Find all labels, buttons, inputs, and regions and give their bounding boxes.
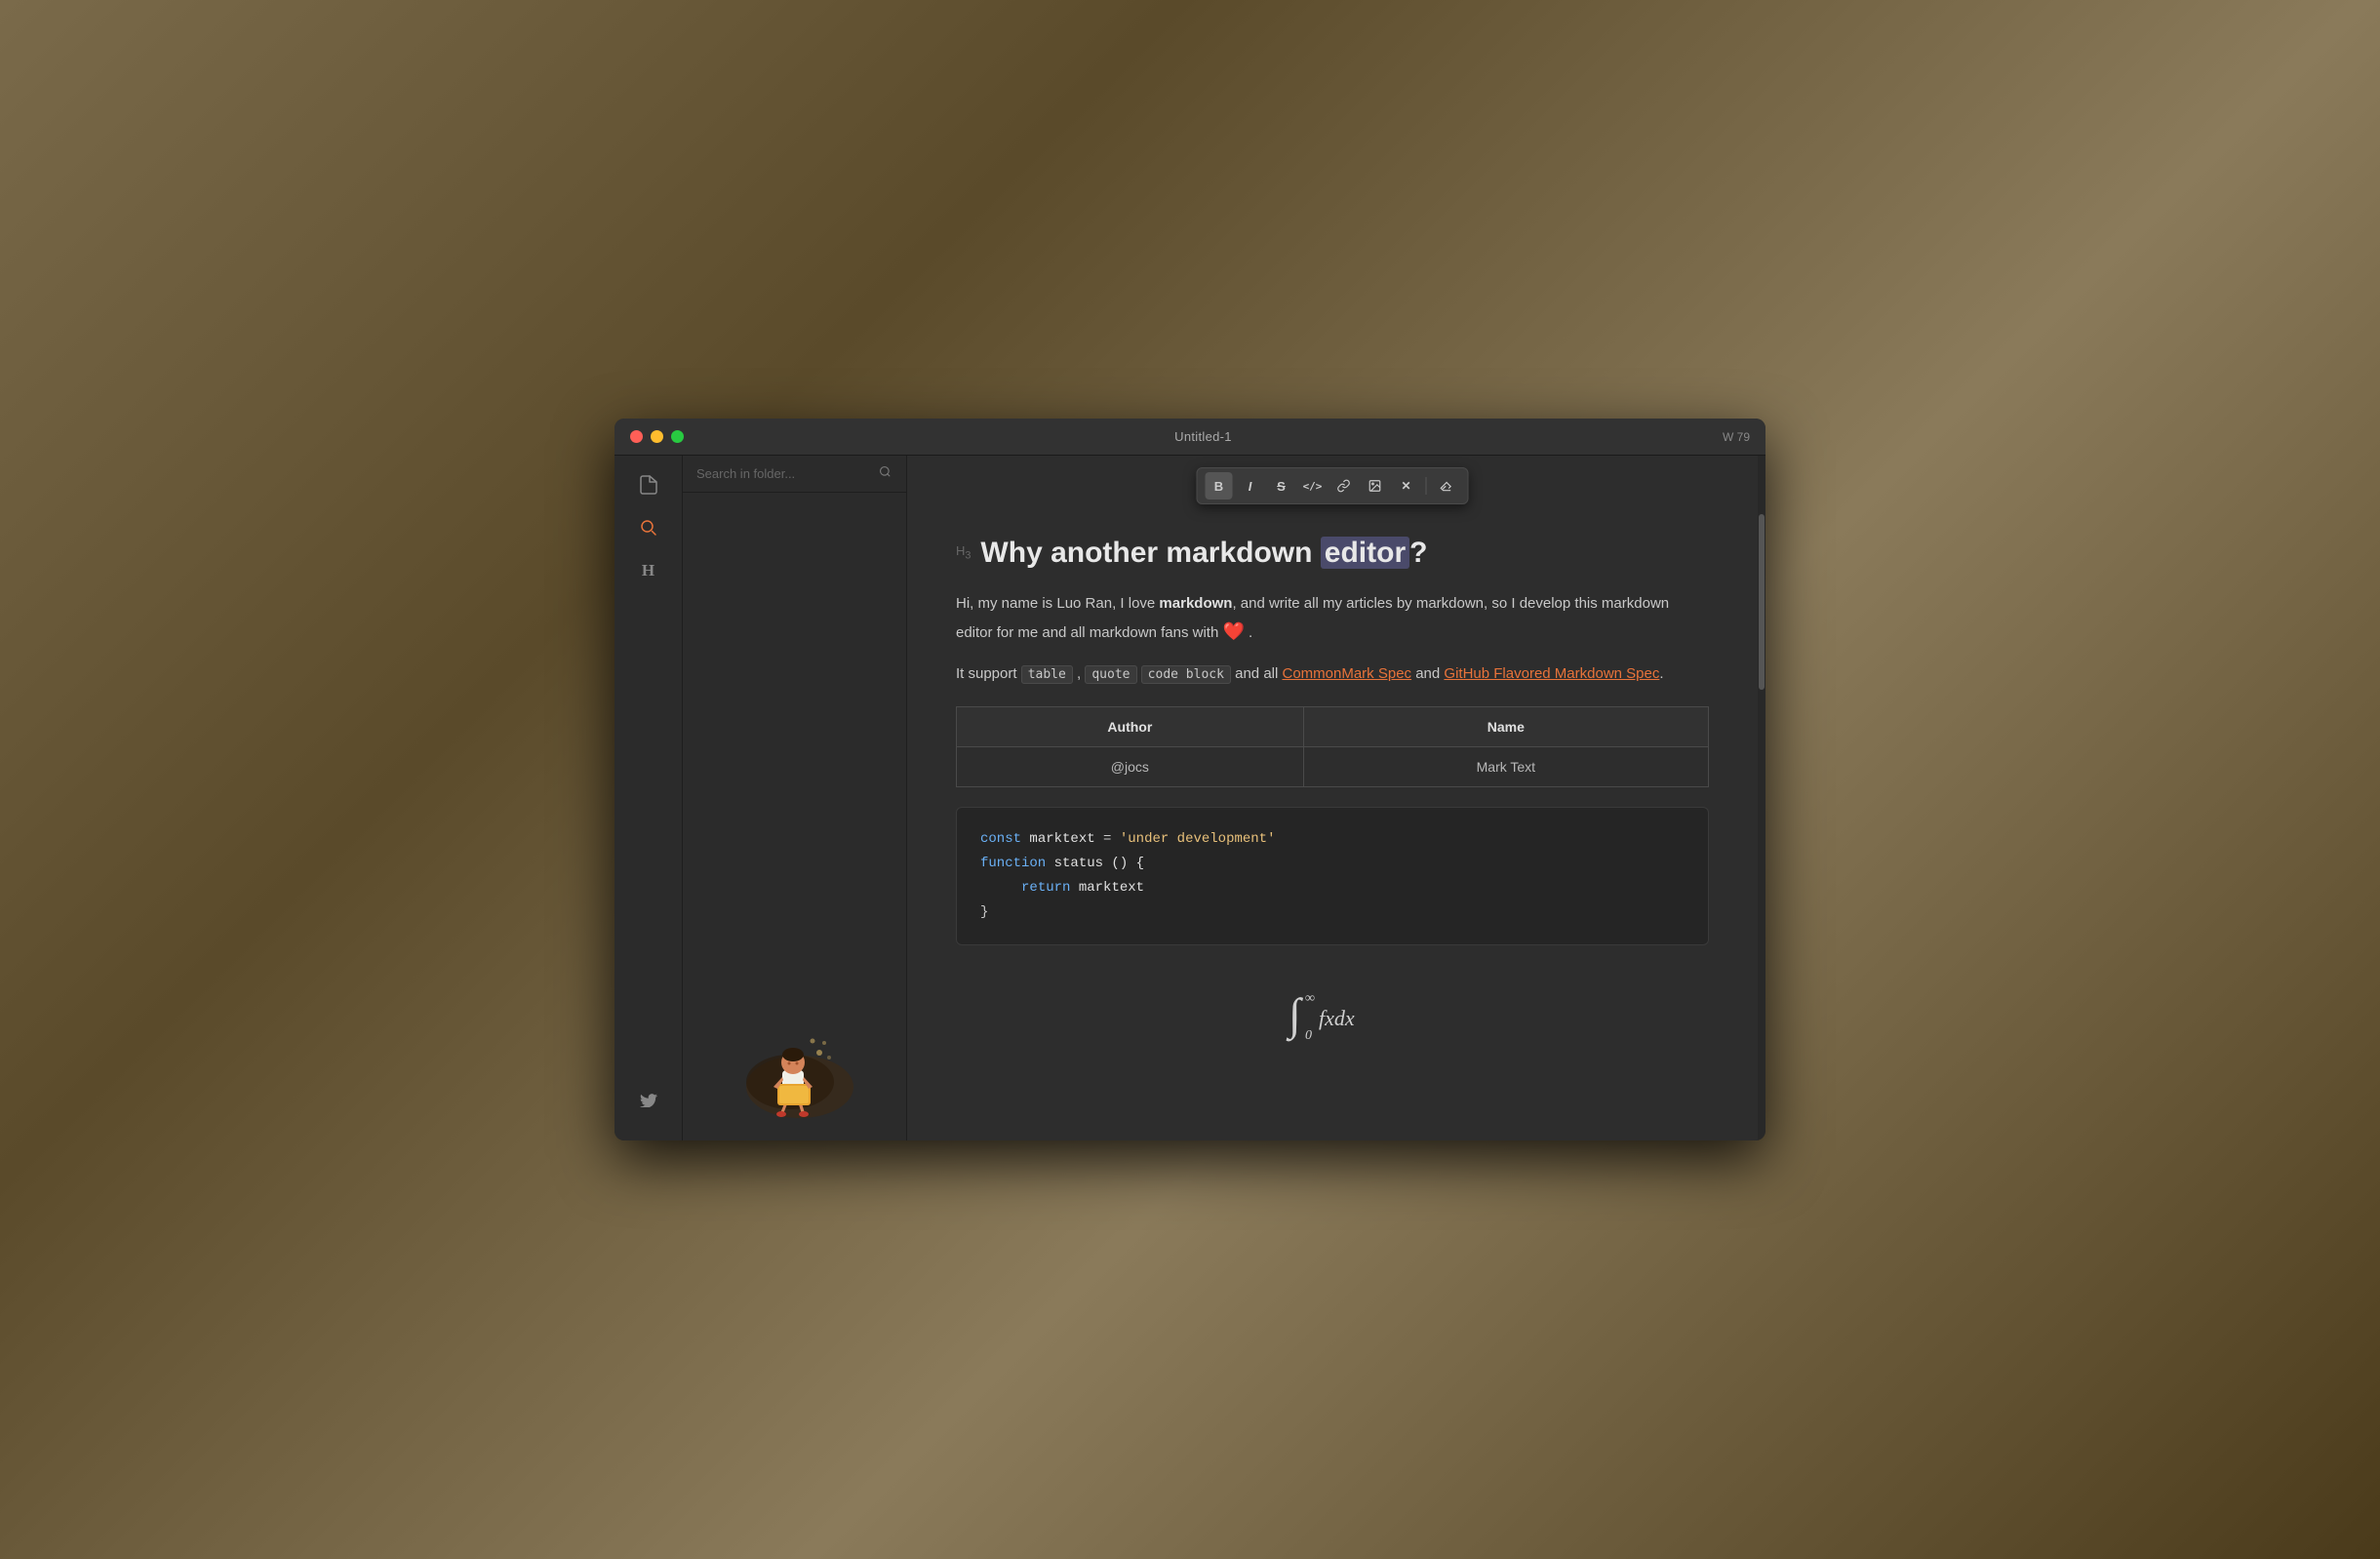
code-quote: quote xyxy=(1085,665,1136,684)
sidebar-icon-heading[interactable]: H xyxy=(631,553,666,588)
code-line-2: function status () { xyxy=(980,852,1685,876)
clear-button[interactable]: ✕ xyxy=(1393,472,1420,500)
table-header-author: Author xyxy=(957,706,1304,746)
inline-code-button[interactable]: </> xyxy=(1299,472,1327,500)
title-bar: Untitled-1 W 79 xyxy=(615,419,1765,456)
link-button[interactable] xyxy=(1330,472,1358,500)
bold-markdown: markdown xyxy=(1159,595,1232,612)
sidebar-bottom xyxy=(631,1082,666,1129)
scroll-thumb[interactable] xyxy=(1759,514,1765,690)
word-count: W 79 xyxy=(1723,430,1750,444)
window-title: Untitled-1 xyxy=(1174,429,1232,444)
code-line-1: const marktext = 'under development' xyxy=(980,827,1685,852)
svg-text:∫: ∫ xyxy=(1286,989,1303,1042)
table-header-name: Name xyxy=(1303,706,1708,746)
main-heading[interactable]: Why another markdown editor? xyxy=(980,534,1427,572)
paragraph-2[interactable]: It support table , quote code block and … xyxy=(956,661,1709,687)
bold-button[interactable]: B xyxy=(1206,472,1233,500)
svg-text:∞: ∞ xyxy=(1305,991,1315,1006)
svg-text:0: 0 xyxy=(1305,1028,1312,1043)
editor-area[interactable]: B I S </> ✕ xyxy=(907,456,1758,1140)
code-block-inline: code block xyxy=(1141,665,1231,684)
close-button[interactable] xyxy=(630,430,643,443)
strikethrough-button[interactable]: S xyxy=(1268,472,1295,500)
math-svg: ∫ ∞ 0 fxdx xyxy=(1284,988,1381,1047)
table-row: @jocs Mark Text xyxy=(957,746,1709,786)
code-table: table xyxy=(1021,665,1073,684)
sidebar-top: H xyxy=(631,467,666,1082)
code-line-4: } xyxy=(980,900,1685,925)
app-window: Untitled-1 W 79 xyxy=(615,419,1765,1140)
search-input[interactable] xyxy=(696,466,871,481)
heart-emoji: ❤️ xyxy=(1222,621,1244,641)
image-button[interactable] xyxy=(1362,472,1389,500)
paragraph-1[interactable]: Hi, my name is Luo Ran, I love markdown,… xyxy=(956,591,1709,646)
scroll-track[interactable] xyxy=(1758,456,1765,1140)
code-block[interactable]: const marktext = 'under development' fun… xyxy=(956,807,1709,946)
heading-highlight: editor xyxy=(1321,537,1409,569)
gfm-link[interactable]: GitHub Flavored Markdown Spec xyxy=(1444,665,1659,682)
sidebar-icon-file[interactable] xyxy=(631,467,666,502)
minimize-button[interactable] xyxy=(651,430,663,443)
maximize-button[interactable] xyxy=(671,430,684,443)
heading-level-marker: H3 xyxy=(956,544,971,561)
table-cell-name: Mark Text xyxy=(1303,746,1708,786)
traffic-lights xyxy=(630,430,684,443)
toolbar-divider xyxy=(1426,477,1427,495)
code-line-3: return marktext xyxy=(980,876,1685,900)
illustration-area xyxy=(683,493,906,1140)
table-cell-author: @jocs xyxy=(957,746,1304,786)
sidebar-icon-search[interactable] xyxy=(631,510,666,545)
sidebar: H xyxy=(615,456,683,1140)
svg-text:fxdx: fxdx xyxy=(1319,1006,1355,1030)
italic-button[interactable]: I xyxy=(1237,472,1264,500)
erase-button[interactable] xyxy=(1433,472,1460,500)
format-toolbar: B I S </> ✕ xyxy=(1197,467,1469,504)
heading-row: H3 Why another markdown editor? xyxy=(956,534,1709,572)
math-formula: ∫ ∞ 0 fxdx xyxy=(1284,988,1381,1053)
illustration xyxy=(727,1004,863,1121)
math-area: ∫ ∞ 0 fxdx xyxy=(956,965,1709,1076)
twitter-icon[interactable] xyxy=(631,1082,666,1117)
file-panel xyxy=(683,456,907,1140)
markdown-table: Author Name @jocs Mark Text xyxy=(956,706,1709,787)
content-area: H xyxy=(615,456,1765,1140)
commonmark-link[interactable]: CommonMark Spec xyxy=(1283,665,1412,682)
search-bar xyxy=(683,456,906,493)
search-submit-icon[interactable] xyxy=(879,465,892,482)
